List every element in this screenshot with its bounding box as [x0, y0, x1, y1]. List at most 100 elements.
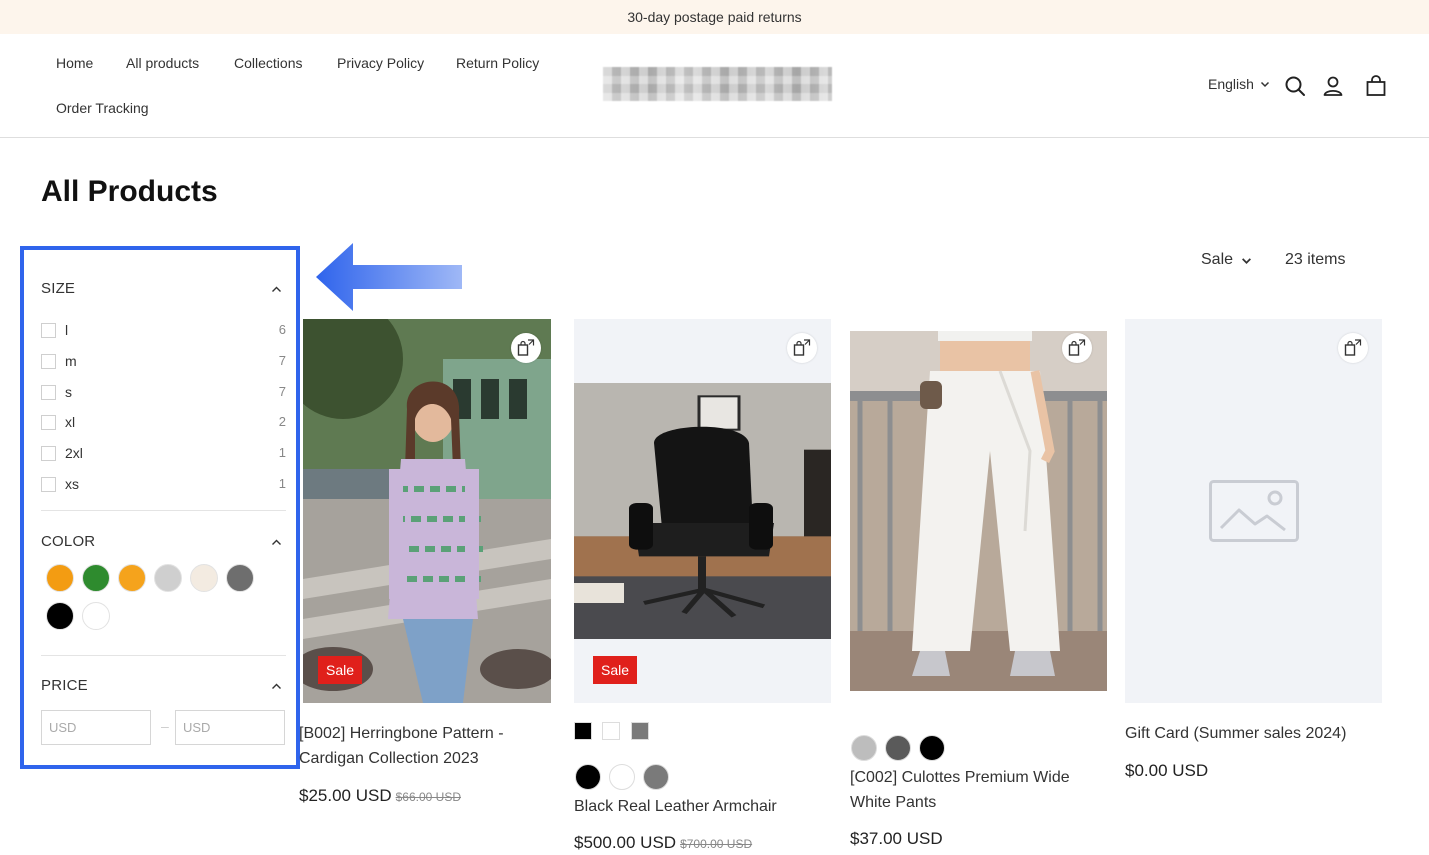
image-placeholder-icon [1209, 480, 1299, 542]
sort-dropdown[interactable]: Sale [1201, 251, 1252, 269]
variant-swatch-black[interactable] [919, 735, 945, 761]
chevron-down-icon [1242, 257, 1252, 264]
nav-order-tracking[interactable]: Order Tracking [56, 100, 149, 116]
price-filter-heading[interactable]: PRICE [41, 677, 88, 694]
size-option-label: s [65, 384, 72, 400]
color-swatch-cream[interactable] [190, 564, 218, 592]
product-image[interactable] [574, 319, 831, 703]
nav-all-products[interactable]: All products [126, 55, 199, 71]
size-filter-heading[interactable]: SIZE [41, 280, 75, 297]
color-swatch-light-gray[interactable] [154, 564, 182, 592]
variant-swatch-black[interactable] [575, 764, 601, 790]
size-option-label: l [65, 322, 69, 338]
color-filter-heading[interactable]: COLOR [41, 533, 95, 550]
color-swatch-amber[interactable] [118, 564, 146, 592]
nav-privacy-policy[interactable]: Privacy Policy [337, 55, 424, 71]
chevron-up-icon[interactable] [271, 681, 282, 692]
variant-square-white[interactable] [602, 722, 620, 740]
page-title: All Products [41, 175, 218, 208]
chevron-down-icon [1260, 81, 1269, 88]
size-option-xs[interactable]: xs 1 [41, 476, 286, 492]
product-image[interactable] [850, 331, 1107, 691]
price-separator: – [161, 718, 169, 734]
checkbox[interactable] [41, 446, 56, 461]
product-price: $25.00 USD [299, 786, 392, 805]
color-swatch-white[interactable] [82, 602, 110, 630]
size-option-s[interactable]: s 7 [41, 384, 286, 400]
quick-view-icon [517, 339, 535, 356]
price-max-input[interactable] [175, 710, 285, 745]
size-option-label: m [65, 353, 77, 369]
product-price: $0.00 USD [1125, 761, 1209, 780]
variant-square-black[interactable] [574, 722, 592, 740]
sort-label: Sale [1201, 251, 1234, 268]
variant-swatch-gray[interactable] [643, 764, 669, 790]
site-header: Home All products Collections Privacy Po… [0, 34, 1429, 138]
size-option-count: 7 [278, 384, 286, 399]
size-option-m[interactable]: m 7 [41, 353, 286, 369]
product-price-block: $500.00 USD $700.00 USD [574, 833, 752, 853]
quick-view-icon [1344, 339, 1362, 356]
quick-view-button[interactable] [1062, 333, 1092, 363]
store-logo[interactable] [603, 67, 832, 101]
size-option-l[interactable]: l 6 [41, 322, 286, 338]
size-option-count: 6 [278, 322, 286, 337]
variant-swatch-white[interactable] [609, 764, 635, 790]
variant-swatch-dark-gray[interactable] [885, 735, 911, 761]
size-option-2xl[interactable]: 2xl 1 [41, 445, 286, 461]
nav-return-policy[interactable]: Return Policy [456, 55, 539, 71]
nav-home[interactable]: Home [56, 55, 93, 71]
quick-view-button[interactable] [511, 333, 541, 363]
size-option-xl[interactable]: xl 2 [41, 414, 286, 430]
divider [41, 510, 286, 511]
language-selector[interactable]: English [1208, 76, 1270, 92]
search-icon[interactable] [1284, 75, 1306, 97]
checkbox[interactable] [41, 385, 56, 400]
product-price-block: $0.00 USD [1125, 761, 1208, 781]
size-option-count: 1 [278, 476, 286, 491]
sale-badge: Sale [318, 656, 363, 684]
quick-view-button[interactable] [1338, 333, 1368, 363]
culottes-photo [850, 331, 1107, 691]
announcement-bar: 30-day postage paid returns [0, 0, 1429, 34]
size-option-label: xs [65, 476, 79, 492]
product-image-placeholder[interactable] [1125, 319, 1382, 703]
variant-square-gray[interactable] [631, 722, 649, 740]
variant-swatch-light-gray[interactable] [851, 735, 877, 761]
product-price: $500.00 USD [574, 833, 677, 852]
product-title[interactable]: [C002] Culottes Premium Wide White Pants [850, 765, 1100, 815]
item-count: 23 items [1285, 251, 1346, 268]
price-min-input[interactable] [41, 710, 151, 745]
product-title[interactable]: Gift Card (Summer sales 2024) [1125, 721, 1382, 746]
product-image[interactable] [303, 319, 551, 703]
checkbox[interactable] [41, 415, 56, 430]
color-swatch-dark-gray[interactable] [226, 564, 254, 592]
product-price-block: $25.00 USD $66.00 USD [299, 786, 461, 806]
product-price: $37.00 USD [850, 829, 943, 848]
divider [41, 655, 286, 656]
size-option-count: 2 [278, 414, 286, 429]
checkbox[interactable] [41, 477, 56, 492]
color-swatch-black[interactable] [46, 602, 74, 630]
quick-view-button[interactable] [787, 333, 817, 363]
size-option-count: 1 [278, 445, 286, 460]
checkbox[interactable] [41, 323, 56, 338]
account-icon[interactable] [1322, 75, 1344, 97]
chevron-up-icon[interactable] [271, 284, 282, 295]
filter-panel: SIZE l 6 m 7 s 7 xl 2 2xl 1 xs 1 COLOR P… [20, 246, 300, 769]
chevron-up-icon[interactable] [271, 537, 282, 548]
product-compare-price: $66.00 USD [395, 790, 461, 804]
color-swatch-green[interactable] [82, 564, 110, 592]
cart-icon[interactable] [1365, 75, 1387, 97]
checkbox[interactable] [41, 354, 56, 369]
size-option-count: 7 [278, 353, 286, 368]
product-compare-price: $700.00 USD [680, 837, 753, 851]
nav-collections[interactable]: Collections [234, 55, 302, 71]
highlight-arrow-icon [316, 243, 462, 311]
product-title[interactable]: [B002] Herringbone Pattern - Cardigan Co… [299, 721, 559, 771]
quick-view-icon [1068, 339, 1086, 356]
color-swatch-orange[interactable] [46, 564, 74, 592]
announcement-text: 30-day postage paid returns [627, 9, 802, 25]
sale-badge: Sale [593, 656, 638, 684]
product-title[interactable]: Black Real Leather Armchair [574, 794, 834, 819]
